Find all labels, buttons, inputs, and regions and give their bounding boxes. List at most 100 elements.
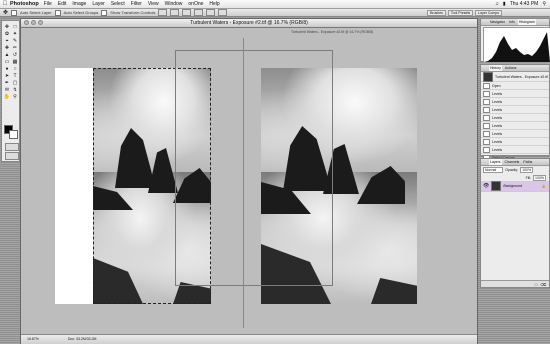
history-brush-tool-icon[interactable]: ↺	[11, 52, 19, 59]
levels-step-icon	[483, 90, 490, 97]
document-title-bar[interactable]: Turbulent Waters - Exposure #2.tif @ 16.…	[21, 19, 477, 28]
apple-menu-icon[interactable]: 	[0, 1, 10, 7]
menu-file[interactable]: File	[44, 1, 52, 7]
auto-select-groups-label: Auto Select Groups	[63, 10, 99, 15]
lock-icon: 🔒	[541, 184, 546, 188]
notes-tool-icon[interactable]: ✉	[3, 87, 11, 94]
clone-stamp-tool-icon[interactable]: ▲	[3, 52, 11, 59]
layer-row-background[interactable]: 👁 Background 🔒	[481, 181, 549, 192]
magic-wand-tool-icon[interactable]: ✦	[11, 31, 19, 38]
canvas-area[interactable]: Turbulent Waters - Exposure #2.tif @ 16.…	[21, 28, 477, 334]
auto-select-groups-checkbox[interactable]	[54, 9, 61, 16]
spotlight-icon[interactable]: ⚲	[542, 1, 546, 7]
align-left-button[interactable]	[194, 9, 204, 16]
menubar-clock[interactable]: Thu 4:43 PM	[510, 1, 539, 7]
menu-edit[interactable]: Edit	[58, 1, 67, 7]
move-tool-icon[interactable]: ✥	[3, 24, 11, 31]
marquee-tool-icon[interactable]: □	[11, 24, 19, 31]
history-step[interactable]: Open	[481, 82, 549, 90]
menu-window[interactable]: Window	[165, 1, 183, 7]
show-transform-controls-checkbox[interactable]	[101, 9, 108, 16]
align-center-button[interactable]	[206, 9, 216, 16]
move-tool-icon[interactable]: ✥	[3, 9, 8, 16]
document-size-info[interactable]: Doc: 33.2M/33.2M	[68, 337, 97, 341]
toolbox: ✥ □ ✿ ✦ ⌖ ✎ ✚ ✏ ▲ ↺ ▭ ▦ ● ○ ➤ T ✒ ▢ ✉ ↯ …	[1, 20, 20, 162]
auto-select-layer-checkbox[interactable]	[11, 9, 18, 16]
tab-actions[interactable]: Actions	[504, 65, 517, 71]
tab-histogram[interactable]: Histogram	[517, 19, 536, 25]
well-tab-tool-presets[interactable]: Tool Presets	[447, 9, 474, 16]
well-tab-brushes[interactable]: Brushes	[427, 9, 446, 16]
blur-tool-icon[interactable]: ●	[3, 66, 11, 73]
history-snapshot[interactable]: Turbulent Waters - Exposure #2.tif	[481, 71, 549, 82]
history-step[interactable]: Levels	[481, 98, 549, 106]
tab-info[interactable]: Info	[508, 19, 516, 25]
well-tab-layer-comps[interactable]: Layer Comps	[475, 9, 502, 16]
tab-layers[interactable]: Layers	[489, 159, 502, 165]
align-middle-button[interactable]	[170, 9, 180, 16]
brush-tool-icon[interactable]: ✏	[11, 45, 19, 52]
history-panel: History Actions Turbulent Waters - Expos…	[480, 64, 550, 170]
tab-paths[interactable]: Paths	[522, 159, 533, 165]
menu-layer[interactable]: Layer	[92, 1, 105, 7]
app-menu[interactable]: Photoshop	[10, 1, 39, 7]
quick-mask-button[interactable]	[5, 143, 19, 151]
align-bottom-button[interactable]	[182, 9, 192, 16]
zoom-level[interactable]: 16.67%	[27, 337, 39, 341]
screen-mode-button[interactable]	[5, 152, 19, 160]
pen-tool-icon[interactable]: ✒	[3, 80, 11, 87]
slice-tool-icon[interactable]: ✎	[11, 38, 19, 45]
history-step-label: Levels	[492, 99, 503, 104]
tab-navigator[interactable]: Navigator	[489, 19, 506, 25]
menu-onone[interactable]: onOne	[188, 1, 203, 7]
close-icon[interactable]	[24, 20, 29, 25]
align-right-button[interactable]	[218, 9, 228, 16]
eraser-tool-icon[interactable]: ▭	[3, 59, 11, 66]
dodge-tool-icon[interactable]: ○	[11, 66, 19, 73]
opacity-field[interactable]: 100%	[520, 167, 534, 173]
tab-history[interactable]: History	[489, 65, 502, 71]
menu-filter[interactable]: Filter	[131, 1, 142, 7]
history-step[interactable]: Levels	[481, 122, 549, 130]
blend-mode-select[interactable]: Normal	[483, 167, 504, 173]
menu-help[interactable]: Help	[209, 1, 219, 7]
shape-tool-icon[interactable]: ▢	[11, 80, 19, 87]
levels-step-icon	[483, 98, 490, 105]
visibility-eye-icon[interactable]: 👁	[483, 183, 489, 189]
healing-brush-tool-icon[interactable]: ✚	[3, 45, 11, 52]
background-color-swatch[interactable]	[9, 130, 18, 139]
eyedropper-tool-icon[interactable]: ↯	[11, 87, 19, 94]
menu-select[interactable]: Select	[111, 1, 125, 7]
minimize-icon[interactable]	[31, 20, 36, 25]
history-step-label: Levels	[492, 123, 503, 128]
align-top-button[interactable]	[158, 9, 168, 16]
crop-tool-icon[interactable]: ⌖	[3, 38, 11, 45]
fill-field[interactable]: 100%	[533, 174, 546, 181]
trash-icon[interactable]: ⌫	[540, 281, 546, 287]
battery-icon[interactable]: ▮	[503, 1, 506, 7]
lasso-tool-icon[interactable]: ✿	[3, 31, 11, 38]
history-step[interactable]: Levels	[481, 130, 549, 138]
zoom-tool-icon[interactable]: ⚲	[11, 94, 19, 101]
hand-tool-icon[interactable]: ✋	[3, 94, 11, 101]
history-step[interactable]: Levels	[481, 114, 549, 122]
history-step-label: Levels	[492, 115, 503, 120]
snapshot-label: Turbulent Waters - Exposure #2.tif	[495, 74, 549, 79]
type-tool-icon[interactable]: T	[11, 73, 19, 80]
histogram-panel: Navigator Info Histogram	[480, 18, 550, 63]
history-step[interactable]: Levels	[481, 146, 549, 154]
layer-name[interactable]: Background	[503, 184, 522, 188]
volume-icon[interactable]: ♫	[495, 1, 499, 7]
tab-channels[interactable]: Channels	[504, 159, 521, 165]
menu-image[interactable]: Image	[72, 1, 86, 7]
path-selection-tool-icon[interactable]: ➤	[3, 73, 11, 80]
second-window-title: Turbulent Waters - Exposure #2.tif @ 16.…	[291, 30, 374, 34]
new-layer-icon[interactable]: □	[535, 281, 537, 287]
gradient-tool-icon[interactable]: ▦	[11, 59, 19, 66]
history-step[interactable]: Levels	[481, 106, 549, 114]
window-controls	[24, 20, 43, 25]
history-step[interactable]: Levels	[481, 90, 549, 98]
history-step[interactable]: Levels	[481, 138, 549, 146]
menu-view[interactable]: View	[148, 1, 159, 7]
zoom-icon[interactable]	[38, 20, 43, 25]
